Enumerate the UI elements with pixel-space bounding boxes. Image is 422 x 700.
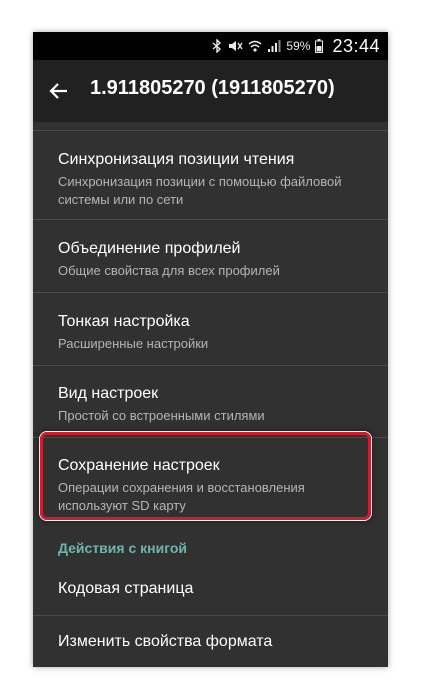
setting-subtitle: Операции сохранения и восстановления исп… (58, 479, 378, 515)
setting-reading-position-sync[interactable]: Синхронизация позиции чтения Синхронизац… (58, 150, 378, 209)
bluetooth-icon (212, 39, 222, 53)
section-header-book-actions: Действия с книгой (58, 540, 188, 556)
setting-title: Объединение профилей (58, 240, 241, 257)
setting-subtitle-line: используют SD карту (58, 498, 186, 513)
divider (33, 130, 388, 131)
status-icons: 59% 23:44 (212, 32, 380, 60)
setting-subtitle: Синхронизация позиции с помощью файловой… (58, 173, 378, 209)
signal-icon (267, 39, 281, 53)
setting-fine-tuning[interactable]: Тонкая настройка Расширенные настройки (58, 312, 378, 353)
arrow-left-icon[interactable] (47, 79, 71, 103)
setting-title: Вид настроек (58, 385, 159, 402)
divider (33, 219, 388, 220)
phone-screen: 59% 23:44 1.911805270 (1911805270) Синхр… (33, 32, 388, 667)
setting-title: Изменить свойства формата (58, 633, 273, 650)
setting-subtitle-line: системы или по сети (58, 192, 184, 207)
setting-title: Тонкая настройка (58, 313, 190, 330)
setting-title: Кодовая страница (58, 580, 194, 597)
settings-list: Синхронизация позиции чтения Синхронизац… (33, 122, 388, 667)
wifi-icon (248, 39, 262, 53)
divider (33, 615, 388, 616)
divider (33, 365, 388, 366)
battery-icon (315, 39, 324, 53)
setting-settings-view[interactable]: Вид настроек Простой со встроенными стил… (58, 384, 378, 425)
battery-percent: 59% (286, 39, 311, 53)
setting-subtitle-line: Синхронизация позиции с помощью файловой (58, 174, 342, 189)
toolbar: 1.911805270 (1911805270) (33, 60, 388, 122)
setting-subtitle: Общие свойства для всех профилей (58, 263, 280, 278)
clock: 23:44 (332, 35, 380, 56)
mute-icon (227, 39, 244, 53)
setting-profiles-merge[interactable]: Объединение профилей Общие свойства для … (58, 239, 378, 280)
setting-subtitle: Простой со встроенными стилями (58, 408, 265, 423)
setting-title: Синхронизация позиции чтения (58, 151, 295, 168)
setting-change-format-properties[interactable]: Изменить свойства формата (58, 632, 378, 652)
page-title: 1.911805270 (1911805270) (90, 77, 335, 99)
setting-subtitle-line: Операции сохранения и восстановления (58, 480, 305, 495)
setting-title: Сохранение настроек (58, 457, 220, 474)
setting-code-page[interactable]: Кодовая страница (58, 579, 378, 599)
setting-subtitle: Расширенные настройки (58, 336, 209, 351)
divider (33, 292, 388, 293)
status-bar: 59% 23:44 (33, 32, 388, 60)
setting-save-settings[interactable]: Сохранение настроек Операции сохранения … (58, 456, 378, 515)
